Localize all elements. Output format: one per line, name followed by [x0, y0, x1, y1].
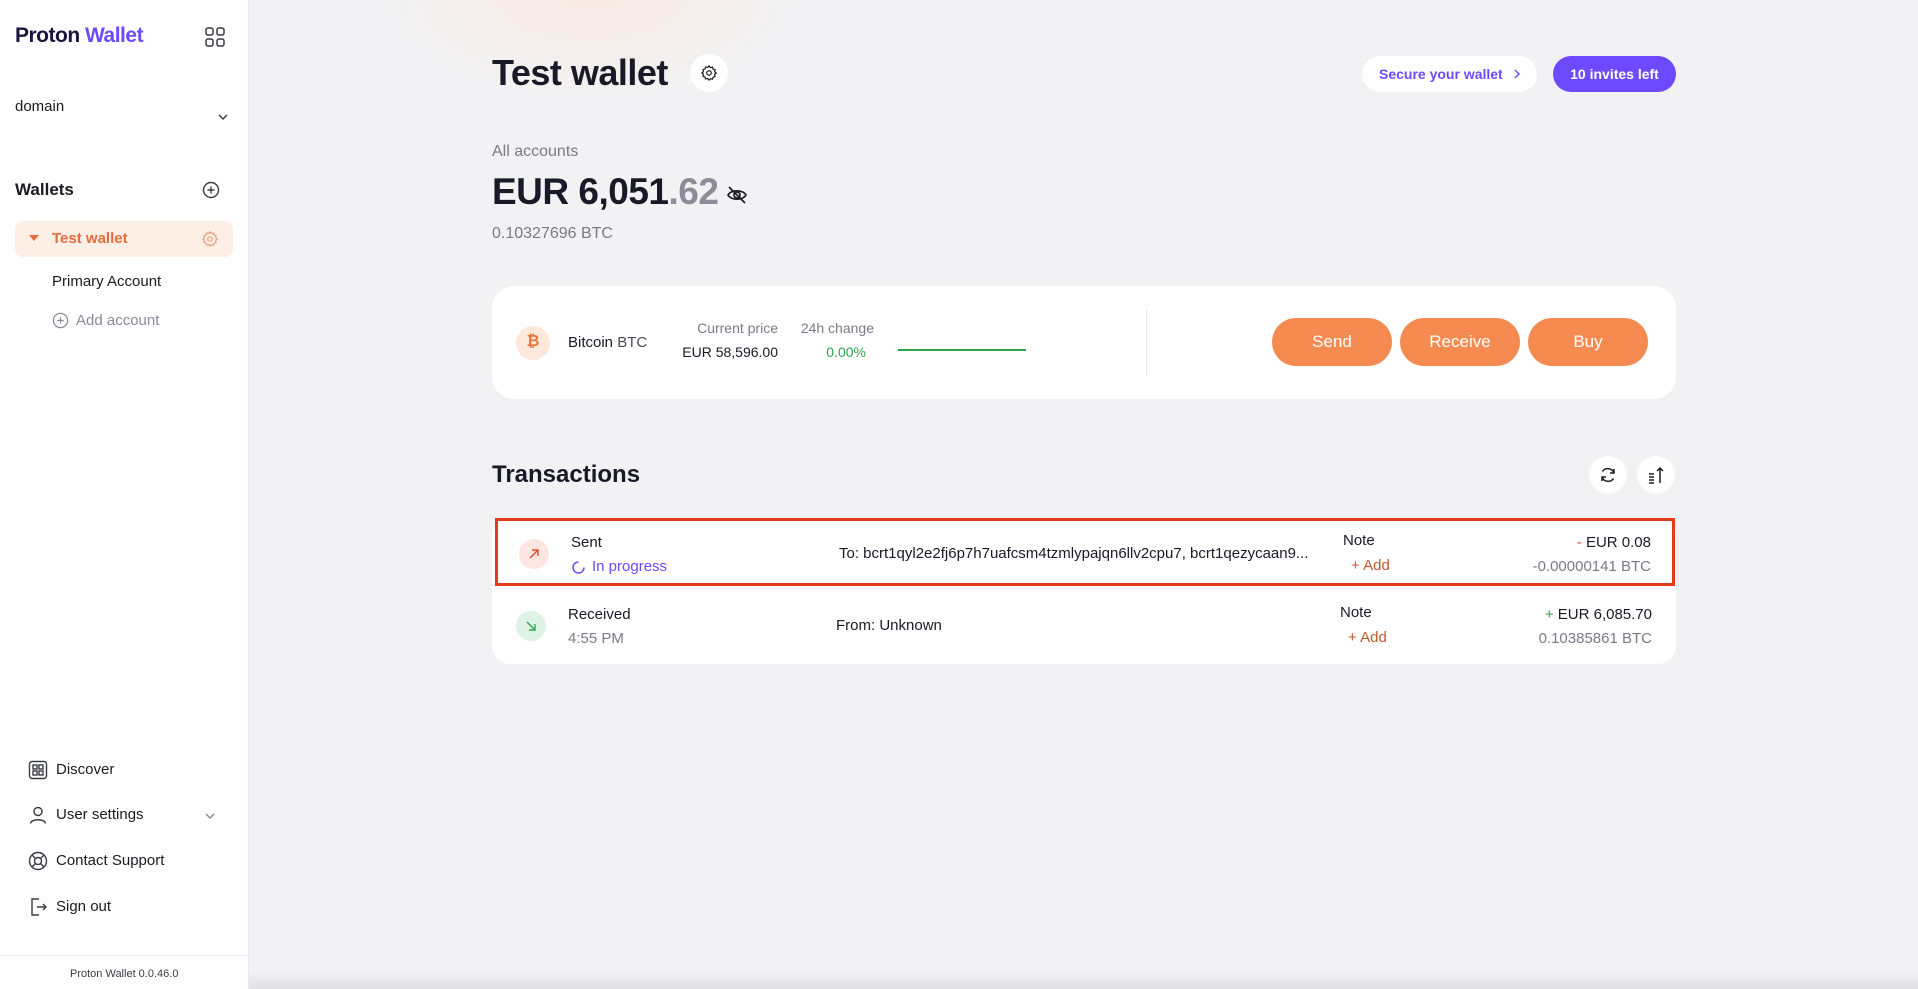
sidebar-item-primary-account[interactable]: Primary Account — [52, 273, 161, 290]
bitcoin-icon: ₿ — [516, 326, 550, 360]
sign-out-icon — [31, 898, 47, 916]
bottom-edge — [249, 972, 1918, 989]
price-sparkline — [898, 349, 1026, 351]
transaction-status: In progress — [571, 558, 667, 575]
transaction-amount: - EUR 0.08 — [1577, 534, 1651, 551]
arrow-up-right-icon — [529, 549, 539, 559]
balance-label: All accounts — [492, 143, 579, 160]
logo-text-wallet: Wallet — [85, 24, 144, 47]
price-card: ₿ Bitcoin BTC Current price EUR 58,596.0… — [492, 286, 1676, 399]
change-label: 24h change — [800, 320, 874, 336]
received-direction-badge — [516, 611, 546, 641]
transaction-time: 4:55 PM — [568, 630, 624, 647]
transaction-row[interactable]: Sent In progress To: bcrt1qyl2e2fj6p7h7u… — [495, 518, 1675, 586]
transaction-type: Received — [568, 606, 631, 623]
page-title: Test wallet — [492, 52, 668, 93]
amount-sign: + — [1544, 606, 1554, 623]
send-button[interactable]: Send — [1272, 318, 1392, 366]
sidebar-item-sign-out[interactable]: Sign out — [28, 898, 112, 916]
transaction-counterparty: From: Unknown — [836, 617, 942, 634]
total-balance: EUR 6,051.62 — [492, 171, 719, 213]
arrow-down-right-icon — [526, 621, 536, 631]
amount-sign: - — [1576, 534, 1582, 551]
balance-currency: EUR — [492, 171, 569, 212]
add-wallet-icon[interactable] — [202, 181, 220, 199]
add-note-button[interactable]: + Add — [1348, 629, 1387, 646]
asset-symbol: BTC — [617, 334, 648, 351]
app-version: Proton Wallet 0.0.46.0 — [70, 968, 179, 980]
balance-btc: 0.10327696 BTC — [492, 225, 613, 242]
sidebar-item-user-settings[interactable]: User settings — [28, 806, 144, 824]
transactions-heading: Transactions — [492, 461, 641, 488]
sent-direction-badge — [519, 539, 549, 569]
divider — [1146, 310, 1147, 376]
note-label: Note — [1340, 604, 1372, 621]
sidebar-item-discover[interactable]: Discover — [28, 760, 115, 780]
logo-text-proton: Proton — [15, 24, 80, 47]
user-settings-label: User settings — [56, 806, 144, 823]
spinner-icon — [572, 561, 585, 574]
chevron-down-icon[interactable] — [203, 809, 217, 823]
sidebar-item-test-wallet[interactable]: Test wallet — [15, 221, 233, 257]
secure-wallet-label: Secure your wallet — [1379, 66, 1503, 82]
wallets-heading: Wallets — [15, 180, 74, 199]
balance-integer: 6,051 — [578, 171, 669, 212]
secure-wallet-button[interactable]: Secure your wallet — [1362, 56, 1537, 92]
transaction-amount: + EUR 6,085.70 — [1545, 606, 1652, 623]
add-account-button[interactable]: Add account — [52, 312, 159, 329]
note-label: Note — [1343, 532, 1375, 549]
refresh-icon — [1601, 467, 1615, 483]
discover-icon — [28, 760, 48, 780]
transaction-type: Sent — [571, 534, 602, 551]
contact-support-label: Contact Support — [56, 852, 165, 869]
balance-decimal: .62 — [668, 171, 719, 212]
transaction-row[interactable]: Received 4:55 PM From: Unknown Note + Ad… — [492, 590, 1676, 658]
asset-name: Bitcoin BTC — [568, 334, 647, 351]
buy-button[interactable]: Buy — [1528, 318, 1648, 366]
sidebar: Proton Wallet domain Wallets Test wallet… — [0, 0, 249, 989]
proton-wallet-logo[interactable]: Proton Wallet — [15, 24, 144, 48]
wallet-name: Test wallet — [52, 230, 128, 247]
receive-button[interactable]: Receive — [1400, 318, 1520, 366]
transaction-amount-btc: 0.10385861 BTC — [1538, 630, 1652, 647]
support-icon — [28, 851, 48, 871]
add-account-label: Add account — [76, 312, 160, 329]
current-price-label: Current price — [697, 320, 778, 336]
caret-down-icon[interactable] — [29, 235, 39, 241]
hide-balance-icon[interactable] — [726, 184, 748, 206]
transactions-list: Sent In progress To: bcrt1qyl2e2fj6p7h7u… — [492, 518, 1676, 664]
domain-selector-label[interactable]: domain — [15, 98, 64, 115]
amount-fiat: EUR 6,085.70 — [1557, 606, 1652, 623]
current-price-value: EUR 58,596.00 — [682, 344, 778, 360]
transaction-status-text: In progress — [592, 558, 668, 575]
transaction-amount-btc: -0.00000141 BTC — [1532, 558, 1651, 575]
sort-icon — [1649, 466, 1664, 484]
plus-circle-icon — [52, 312, 69, 329]
add-note-button[interactable]: + Add — [1351, 557, 1390, 574]
gear-icon — [700, 64, 718, 82]
sidebar-item-contact-support[interactable]: Contact Support — [28, 851, 165, 871]
sort-button[interactable] — [1637, 456, 1675, 494]
user-icon — [29, 806, 47, 824]
sign-out-label: Sign out — [56, 898, 112, 915]
asset-name-text: Bitcoin — [568, 334, 614, 351]
transaction-counterparty: To: bcrt1qyl2e2fj6p7h7uafcsm4tzmlypajqn6… — [839, 545, 1309, 562]
chevron-down-icon[interactable] — [216, 110, 230, 124]
refresh-button[interactable] — [1589, 456, 1627, 494]
wallet-settings-icon[interactable] — [201, 230, 219, 248]
wallet-settings-button[interactable] — [690, 54, 728, 92]
apps-grid-icon[interactable] — [204, 26, 226, 48]
discover-label: Discover — [56, 761, 115, 778]
change-value: 0.00% — [826, 344, 866, 360]
amount-fiat: EUR 0.08 — [1585, 534, 1651, 551]
chevron-right-icon — [1514, 69, 1520, 79]
invites-button[interactable]: 10 invites left — [1553, 56, 1676, 92]
